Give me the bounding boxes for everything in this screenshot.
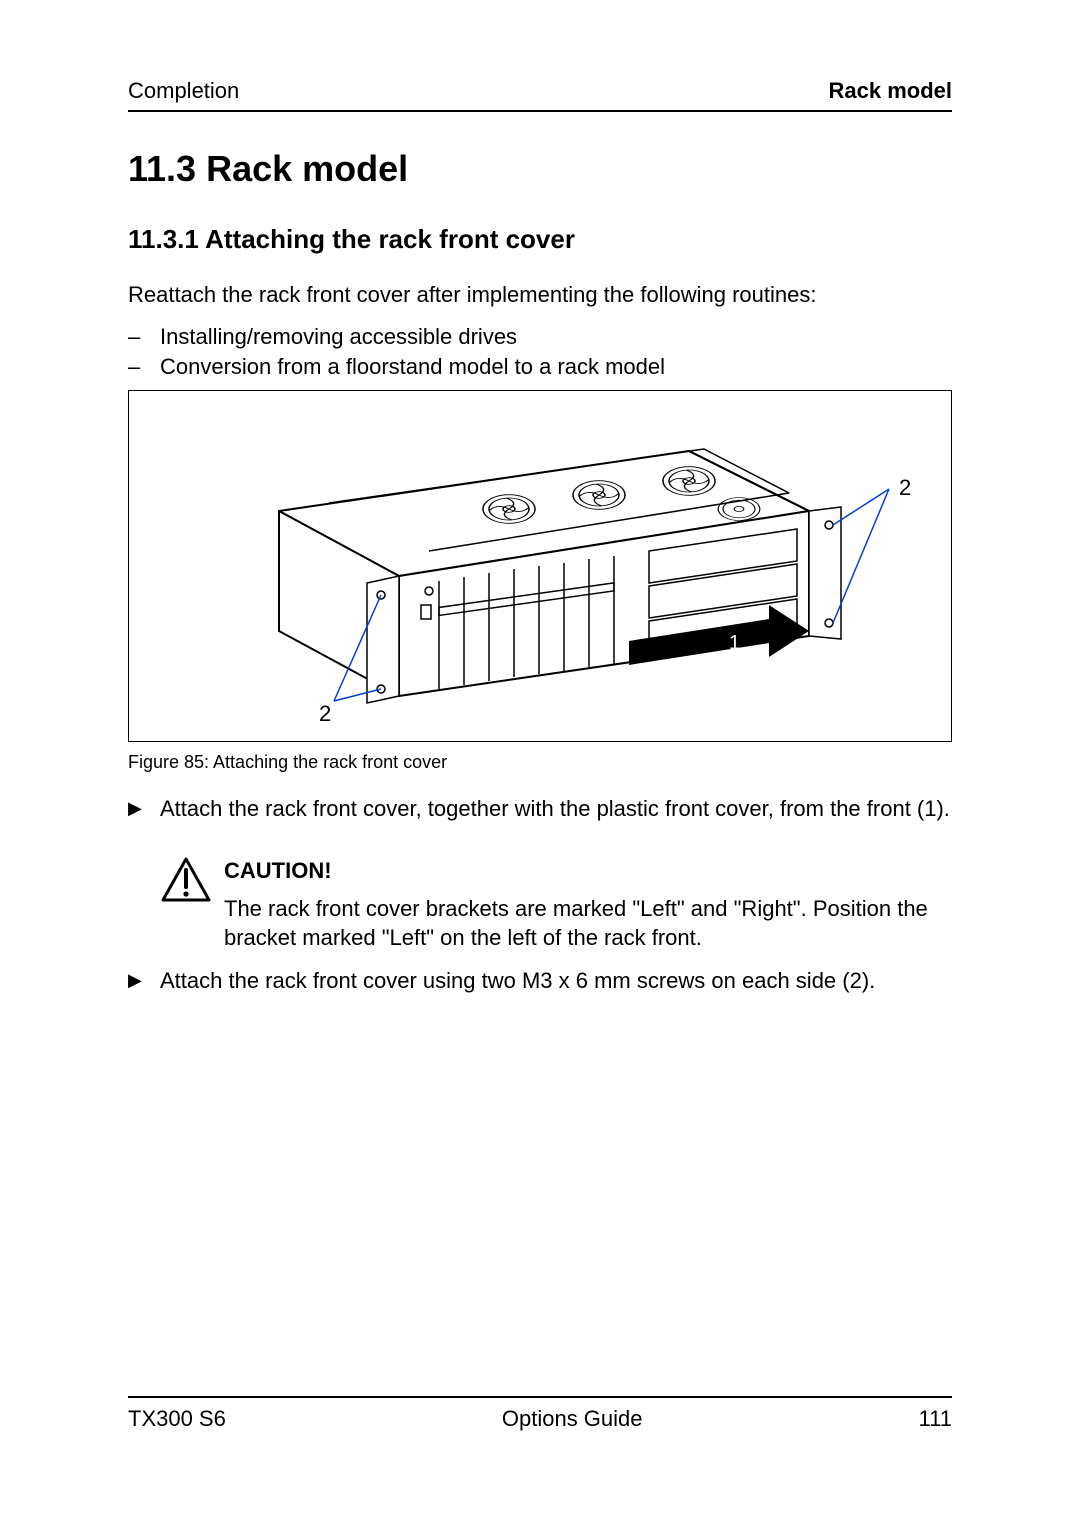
running-header: Completion Rack model <box>128 78 952 104</box>
caution-block: CAUTION! The rack front cover brackets a… <box>160 856 952 953</box>
step-item: ▶ Attach the rack front cover, together … <box>128 794 952 824</box>
figure-label-2-top: 2 <box>899 475 911 500</box>
page: Completion Rack model 11.3 Rack model 11… <box>0 0 1080 1526</box>
section-heading: 11.3 Rack model <box>128 148 408 190</box>
list-item-text: Installing/removing accessible drives <box>160 322 517 352</box>
figure-label-2-bottom: 2 <box>319 701 331 726</box>
subsection-heading: 11.3.1 Attaching the rack front cover <box>128 224 575 255</box>
footer-right: 111 <box>919 1406 952 1432</box>
header-right: Rack model <box>829 78 953 104</box>
step-item: ▶ Attach the rack front cover using two … <box>128 966 952 996</box>
running-footer: TX300 S6 Options Guide 111 <box>128 1406 952 1432</box>
footer-left: TX300 S6 <box>128 1406 226 1432</box>
dash-icon: – <box>128 352 160 382</box>
caution-title: CAUTION! <box>224 856 952 886</box>
step-text: Attach the rack front cover using two M3… <box>160 966 875 996</box>
figure-label-1: 1 <box>729 632 740 654</box>
list-item-text: Conversion from a floorstand model to a … <box>160 352 665 382</box>
dash-icon: – <box>128 322 160 352</box>
figure-caption: Figure 85: Attaching the rack front cove… <box>128 752 447 773</box>
list-item: – Conversion from a floorstand model to … <box>128 352 952 382</box>
caution-body: The rack front cover brackets are marked… <box>224 894 952 953</box>
figure-rack-cover: 1 2 2 <box>128 390 952 742</box>
triangle-bullet-icon: ▶ <box>128 966 160 996</box>
routines-list: – Installing/removing accessible drives … <box>128 322 952 381</box>
footer-rule <box>128 1396 952 1398</box>
rack-diagram-svg: 1 2 2 <box>129 391 953 743</box>
step-text: Attach the rack front cover, together wi… <box>160 794 950 824</box>
header-left: Completion <box>128 78 239 104</box>
footer-center: Options Guide <box>502 1406 643 1432</box>
triangle-bullet-icon: ▶ <box>128 794 160 824</box>
header-rule <box>128 110 952 112</box>
caution-icon <box>160 856 224 953</box>
caution-text: CAUTION! The rack front cover brackets a… <box>224 856 952 953</box>
intro-text: Reattach the rack front cover after impl… <box>128 280 952 310</box>
list-item: – Installing/removing accessible drives <box>128 322 952 352</box>
